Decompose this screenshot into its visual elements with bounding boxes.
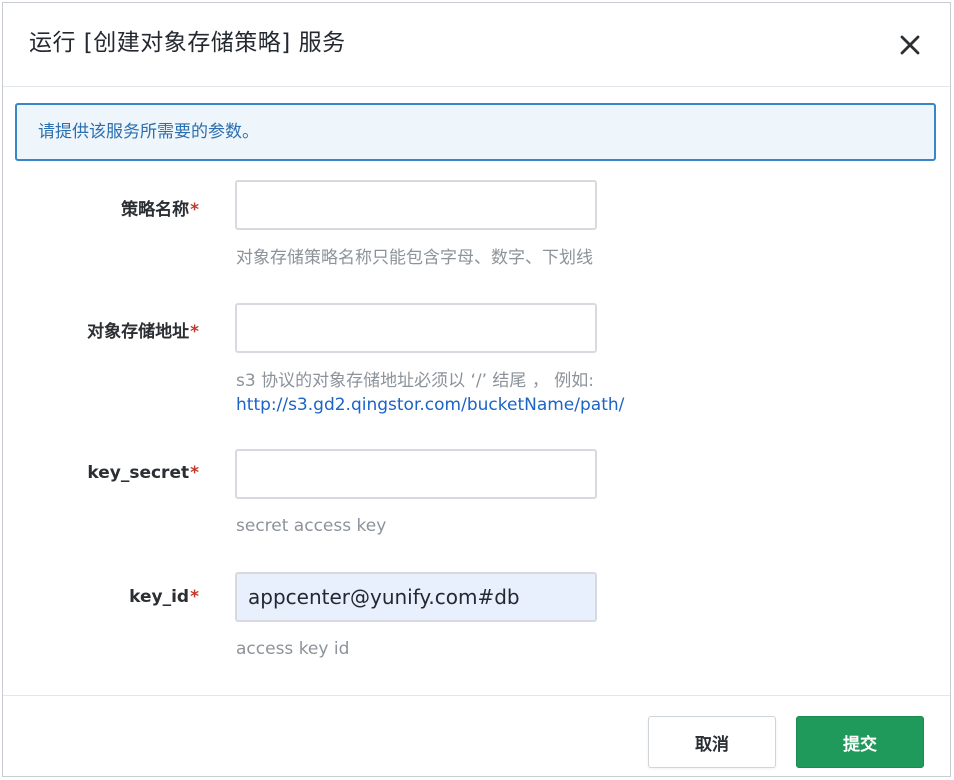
key-id-input[interactable] <box>235 572 597 622</box>
key-secret-input[interactable] <box>235 449 597 499</box>
required-mark: * <box>190 322 199 342</box>
submit-button[interactable]: 提交 <box>796 716 924 768</box>
policy-name-hint: 对象存储策略名称只能包含字母、数字、下划线 <box>236 248 593 268</box>
dialog-title: 运行 [创建对象存储策略] 服务 <box>29 30 346 56</box>
key-id-label: key_id* <box>129 587 199 607</box>
close-icon <box>900 35 920 55</box>
policy-name-input[interactable] <box>235 180 597 230</box>
storage-address-input[interactable] <box>235 303 597 353</box>
required-mark: * <box>190 463 199 483</box>
service-dialog: 运行 [创建对象存储策略] 服务 请提供该服务所需要的参数。 策略名称* 对象存… <box>2 2 951 777</box>
notice-text: 请提供该服务所需要的参数。 <box>38 122 259 142</box>
storage-address-hint: s3 协议的对象存储地址必须以 ‘/’ 结尾 ， 例如: http://s3.g… <box>236 369 624 417</box>
dialog-footer: 取消 提交 <box>3 695 950 776</box>
close-button[interactable] <box>896 31 924 59</box>
key-secret-hint: secret access key <box>236 516 387 536</box>
storage-address-hint-text: s3 协议的对象存储地址必须以 ‘/’ 结尾 ， 例如: <box>236 371 594 391</box>
dialog-header: 运行 [创建对象存储策略] 服务 <box>3 3 950 87</box>
policy-name-label: 策略名称* <box>121 200 199 220</box>
info-notice: 请提供该服务所需要的参数。 <box>15 103 936 161</box>
storage-address-example-link[interactable]: http://s3.gd2.qingstor.com/bucketName/pa… <box>236 395 624 415</box>
key-secret-label: key_secret* <box>87 463 199 483</box>
cancel-button[interactable]: 取消 <box>648 716 776 768</box>
required-mark: * <box>190 200 199 220</box>
required-mark: * <box>190 587 199 607</box>
storage-address-label: 对象存储地址* <box>87 322 199 342</box>
key-id-hint: access key id <box>236 639 350 659</box>
